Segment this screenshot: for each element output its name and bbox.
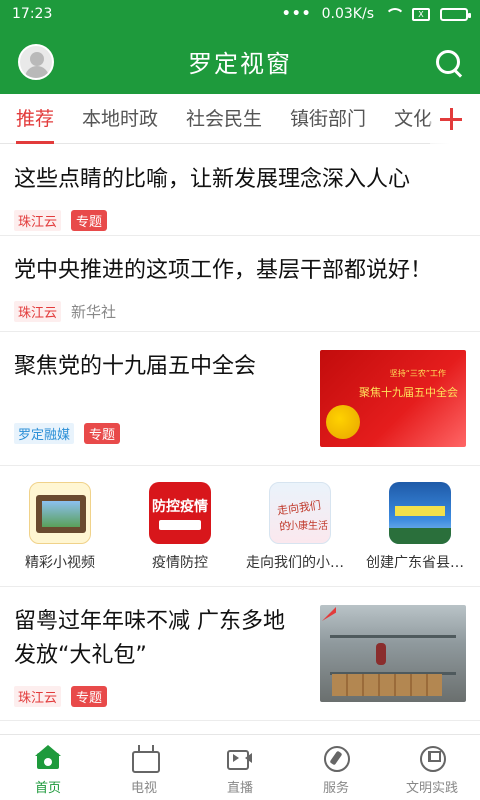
topic-badge: 专题	[71, 685, 108, 707]
tabs-scroller: 推荐 本地时政 社会民生 镇街部门 文化	[16, 94, 446, 144]
list-item[interactable]: 这些点睛的比喻，让新发展理念深入人心 珠江云 专题	[0, 145, 480, 236]
nav-label: 服务	[322, 781, 349, 796]
news-title: 这些点睛的比喻，让新发展理念深入人心	[14, 167, 411, 192]
epidemic-icon: 防控疫情	[149, 482, 211, 544]
nav-label: 直播	[226, 781, 253, 796]
page-title: 罗定视窗	[188, 49, 292, 78]
quick-link-xiaokang[interactable]: 走向我们的 小康生活 走向我们的小康...	[240, 482, 360, 572]
status-indicators: ••• 0.03K/s X	[281, 6, 471, 22]
news-title: 聚焦党的十九届五中全会	[14, 354, 257, 379]
list-item[interactable]: 聚焦党的十九届五中全会 罗定融媒 专题 坚持“三农”工作 聚焦十九届五中全会	[0, 332, 480, 466]
channel-logo-icon	[322, 607, 336, 621]
app-header: 罗定视窗	[0, 28, 480, 94]
wifi-icon	[384, 8, 405, 20]
source-label: 珠江云	[14, 685, 62, 707]
news-title-line2: 发放“大礼包”	[14, 643, 147, 668]
network-speed: 0.03K/s	[321, 6, 374, 22]
bottom-nav: 首页 电视 直播 服务 文明实践	[0, 734, 480, 800]
news-feed: 这些点睛的比喻，让新发展理念深入人心 珠江云 专题 党中央推进的这项工作，基层干…	[0, 145, 480, 721]
tab-culture[interactable]: 文化	[394, 94, 432, 144]
county-icon	[389, 482, 451, 544]
battery-icon	[440, 7, 471, 21]
source-label: 珠江云	[14, 300, 62, 322]
quick-link-county[interactable]: 创建广东省县级...	[360, 482, 480, 572]
status-bar: 17:23 ••• 0.03K/s X	[0, 0, 480, 28]
tv-icon	[131, 745, 160, 773]
news-thumbnail: 坚持“三农”工作 聚焦十九届五中全会	[320, 350, 466, 447]
news-meta: 珠江云 专题	[14, 685, 310, 707]
sim-icon: X	[412, 7, 430, 21]
news-text-block: 留粤过年年味不减 广东多地 发放“大礼包” 珠江云 专题	[14, 605, 320, 720]
source-label: 珠江云	[14, 209, 62, 231]
search-icon[interactable]	[434, 48, 462, 76]
quick-link-label: 创建广东省县级...	[366, 555, 474, 571]
nav-home[interactable]: 首页	[0, 735, 96, 800]
quick-link-label: 疫情防控	[152, 555, 208, 571]
avatar-head-icon	[30, 52, 44, 66]
nav-label: 首页	[34, 781, 61, 796]
list-item[interactable]: 党中央推进的这项工作，基层干部都说好！ 珠江云 新华社	[0, 236, 480, 332]
nav-civilization[interactable]: 文明实践	[384, 735, 480, 800]
tab-town-departments[interactable]: 镇街部门	[290, 94, 366, 144]
nav-service[interactable]: 服务	[288, 735, 384, 800]
news-meta: 珠江云 专题	[14, 209, 466, 231]
avatar-body-icon	[25, 66, 49, 78]
list-item[interactable]: 留粤过年年味不减 广东多地 发放“大礼包” 珠江云 专题	[0, 587, 480, 721]
quick-link-label: 走向我们的小康...	[246, 555, 354, 571]
avatar[interactable]	[18, 44, 54, 80]
news-meta: 珠江云 新华社	[14, 300, 466, 322]
topic-badge: 专题	[84, 422, 121, 444]
category-tabs: 推荐 本地时政 社会民生 镇街部门 文化	[0, 94, 480, 144]
more-dots-icon: •••	[281, 6, 312, 22]
live-video-icon	[227, 745, 253, 771]
news-meta: 罗定融媒 专题	[14, 422, 310, 444]
nav-label: 电视	[130, 781, 157, 796]
news-text-block: 聚焦党的十九届五中全会 罗定融媒 专题	[14, 350, 320, 465]
tab-local-politics[interactable]: 本地时政	[82, 94, 158, 144]
flag-icon	[419, 745, 446, 772]
epidemic-icon-text: 防控疫情	[152, 499, 208, 515]
video-film-icon	[29, 482, 91, 544]
quick-link-video[interactable]: 精彩小视频	[0, 482, 120, 572]
quick-link-epidemic[interactable]: 防控疫情 疫情防控	[120, 482, 240, 572]
tab-social-livelihood[interactable]: 社会民生	[186, 94, 262, 144]
topic-badge: 专题	[71, 209, 108, 231]
nav-tv[interactable]: 电视	[96, 735, 192, 800]
home-icon	[35, 745, 61, 771]
thumbnail-subtext: 坚持“三农”工作	[389, 369, 446, 378]
xiaokang-icon: 走向我们的 小康生活	[269, 482, 331, 544]
news-title-line1: 留粤过年年味不减 广东多地	[14, 609, 285, 634]
quick-link-label: 精彩小视频	[25, 555, 95, 571]
nav-label: 文明实践	[405, 781, 458, 796]
compass-icon	[323, 745, 350, 772]
quick-links: 精彩小视频 防控疫情 疫情防控 走向我们的 小康生活 走向我们的小康... 创建…	[0, 466, 480, 587]
publisher-label: 新华社	[71, 302, 117, 321]
source-label: 罗定融媒	[14, 422, 75, 444]
thumbnail-text: 聚焦十九届五中全会	[359, 386, 458, 399]
xiaokang-icon-text2: 小康生活	[288, 521, 328, 532]
status-time: 17:23	[12, 6, 53, 22]
news-title: 党中央推进的这项工作，基层干部都说好！	[14, 258, 433, 283]
news-thumbnail	[320, 605, 466, 702]
nav-live[interactable]: 直播	[192, 735, 288, 800]
party-emblem-icon	[326, 405, 360, 439]
add-tab-icon[interactable]	[430, 94, 480, 144]
tab-recommend[interactable]: 推荐	[16, 94, 55, 144]
